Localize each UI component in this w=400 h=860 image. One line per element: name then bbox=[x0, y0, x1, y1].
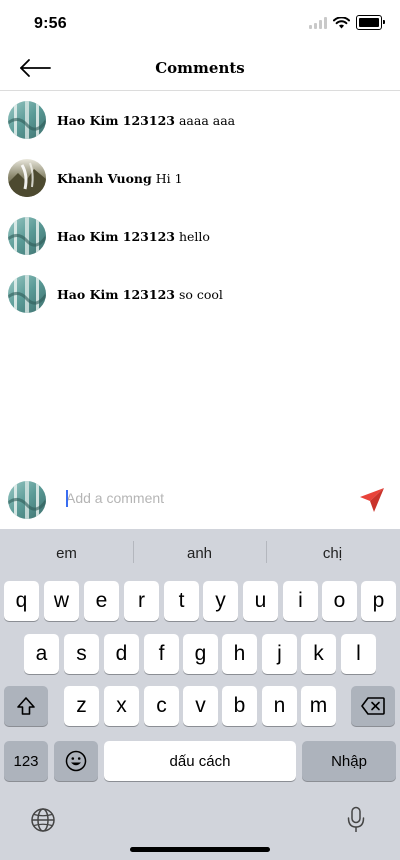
avatar[interactable] bbox=[8, 275, 46, 313]
text-caret bbox=[66, 490, 68, 507]
key-f[interactable]: f bbox=[144, 634, 179, 674]
key-c[interactable]: c bbox=[144, 686, 179, 726]
comment-username[interactable]: Hao Kim 123123 bbox=[57, 229, 175, 244]
wifi-icon bbox=[333, 16, 350, 28]
comment-body: so cool bbox=[178, 286, 223, 302]
keyboard-suggestions: em anh chị bbox=[0, 529, 400, 577]
avatar[interactable] bbox=[8, 217, 46, 255]
key-q[interactable]: q bbox=[4, 581, 39, 621]
send-icon bbox=[360, 488, 384, 512]
comment-text: Hao Kim 123123 so cool bbox=[57, 287, 223, 302]
return-key[interactable]: Nhập bbox=[302, 741, 396, 781]
key-k[interactable]: k bbox=[301, 634, 336, 674]
status-bar: 9:56 bbox=[0, 0, 400, 48]
comment-text: Khanh Vuong Hi 1 bbox=[57, 171, 183, 186]
shift-key[interactable] bbox=[4, 686, 48, 726]
backspace-icon bbox=[361, 697, 385, 715]
key-o[interactable]: o bbox=[322, 581, 357, 621]
key-v[interactable]: v bbox=[183, 686, 218, 726]
globe-key[interactable] bbox=[30, 807, 56, 838]
key-w[interactable]: w bbox=[44, 581, 79, 621]
key-s[interactable]: s bbox=[64, 634, 99, 674]
home-indicator[interactable] bbox=[130, 847, 270, 852]
key-i[interactable]: i bbox=[283, 581, 318, 621]
comment-text: Hao Kim 123123 aaaa aaa bbox=[57, 113, 235, 128]
keyboard: em anh chị q w e r t y u i o p a s d f g… bbox=[0, 529, 400, 860]
key-l[interactable]: l bbox=[341, 634, 376, 674]
comment-body: hello bbox=[178, 228, 210, 244]
dictation-key[interactable] bbox=[346, 806, 366, 839]
key-m[interactable]: m bbox=[301, 686, 336, 726]
status-time: 9:56 bbox=[34, 15, 67, 32]
header: Comments bbox=[0, 48, 400, 91]
battery-icon bbox=[356, 15, 385, 30]
comment-body: Hi 1 bbox=[155, 170, 183, 186]
key-x[interactable]: x bbox=[104, 686, 139, 726]
key-n[interactable]: n bbox=[262, 686, 297, 726]
key-j[interactable]: j bbox=[262, 634, 297, 674]
comment-body: aaaa aaa bbox=[178, 112, 236, 128]
comment-username[interactable]: Hao Kim 123123 bbox=[57, 287, 175, 302]
comment-item[interactable]: Hao Kim 123123 aaaa aaa bbox=[0, 91, 400, 149]
comment-username[interactable]: Khanh Vuong bbox=[57, 171, 152, 186]
avatar[interactable] bbox=[8, 101, 46, 139]
send-button[interactable] bbox=[358, 486, 386, 514]
microphone-icon bbox=[347, 806, 365, 832]
key-h[interactable]: h bbox=[222, 634, 257, 674]
key-y[interactable]: y bbox=[203, 581, 238, 621]
comment-text: Hao Kim 123123 hello bbox=[57, 229, 210, 244]
comment-input-bar bbox=[0, 478, 400, 526]
key-z[interactable]: z bbox=[64, 686, 99, 726]
key-p[interactable]: p bbox=[361, 581, 396, 621]
key-d[interactable]: d bbox=[104, 634, 139, 674]
current-user-avatar bbox=[8, 481, 46, 519]
space-key[interactable]: dấu cách bbox=[104, 741, 296, 781]
suggestion-item[interactable]: chị bbox=[266, 529, 399, 577]
comment-item[interactable]: Khanh Vuong Hi 1 bbox=[0, 149, 400, 207]
shift-icon bbox=[17, 697, 35, 715]
emoji-icon bbox=[65, 750, 87, 772]
comment-item[interactable]: Hao Kim 123123 hello bbox=[0, 207, 400, 265]
comment-input[interactable] bbox=[62, 486, 336, 510]
globe-icon bbox=[31, 808, 55, 832]
avatar[interactable] bbox=[8, 159, 46, 197]
key-r[interactable]: r bbox=[124, 581, 159, 621]
numbers-key[interactable]: 123 bbox=[4, 741, 48, 781]
comment-item[interactable]: Hao Kim 123123 so cool bbox=[0, 265, 400, 323]
comment-username[interactable]: Hao Kim 123123 bbox=[57, 113, 175, 128]
key-g[interactable]: g bbox=[183, 634, 218, 674]
key-a[interactable]: a bbox=[24, 634, 59, 674]
key-t[interactable]: t bbox=[164, 581, 199, 621]
emoji-key[interactable] bbox=[54, 741, 98, 781]
key-e[interactable]: e bbox=[84, 581, 119, 621]
key-u[interactable]: u bbox=[243, 581, 278, 621]
comments-list: Hao Kim 123123 aaaa aaa Khanh Vuong Hi 1 bbox=[0, 91, 400, 323]
key-b[interactable]: b bbox=[222, 686, 257, 726]
backspace-key[interactable] bbox=[351, 686, 395, 726]
page-title: Comments bbox=[155, 59, 245, 77]
status-icons bbox=[309, 15, 385, 30]
suggestion-item[interactable]: anh bbox=[133, 529, 266, 577]
cellular-signal-icon bbox=[309, 16, 327, 29]
suggestion-item[interactable]: em bbox=[0, 529, 133, 577]
